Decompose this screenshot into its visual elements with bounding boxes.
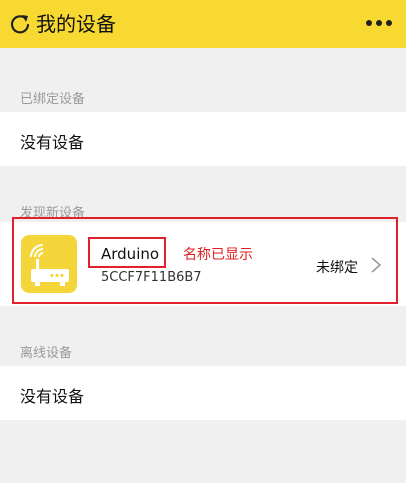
device-status: 未绑定 (316, 260, 358, 276)
bound-devices-row: 没有设备 (0, 112, 406, 166)
annotation-text: 名称已显示 (183, 247, 253, 263)
page-title: 我的设备 (36, 12, 116, 36)
router-icon (21, 235, 77, 293)
section-label-bound: 已绑定设备 (20, 92, 86, 107)
app-header: 我的设备 (0, 0, 406, 48)
more-icon[interactable] (366, 20, 392, 26)
device-name: Arduino (101, 245, 160, 263)
offline-empty-text: 没有设备 (20, 387, 85, 406)
bound-empty-text: 没有设备 (20, 133, 85, 152)
refresh-icon[interactable] (9, 13, 31, 35)
device-list-item[interactable]: Arduino 5CCF7F11B6B7 未绑定 (0, 222, 406, 306)
section-label-discovered: 发现新设备 (20, 206, 86, 221)
section-label-offline: 离线设备 (20, 346, 73, 361)
device-mac: 5CCF7F11B6B7 (101, 270, 202, 285)
offline-devices-row: 没有设备 (0, 366, 406, 420)
chevron-right-icon (371, 257, 382, 273)
